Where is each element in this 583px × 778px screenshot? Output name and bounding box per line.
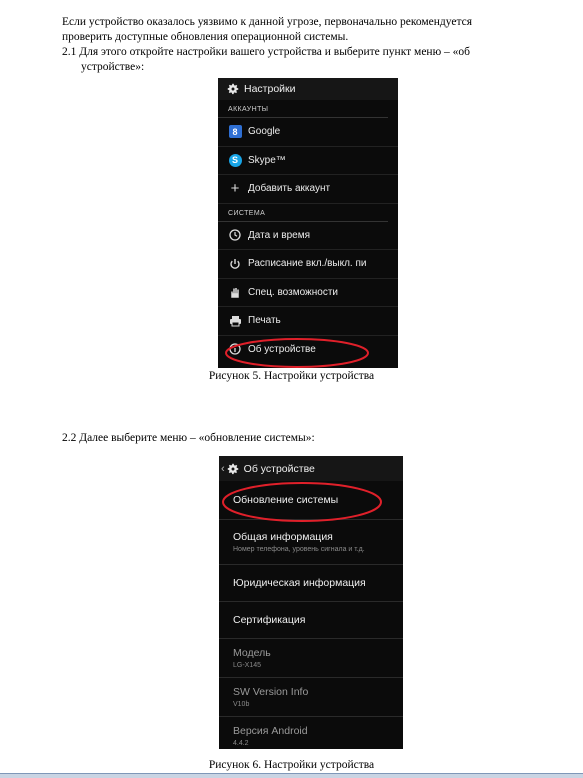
settings-item-printing[interactable]: Печать xyxy=(218,307,398,336)
settings-screenshot: Настройки АККАУНТЫ 8 Google S Skype™ + Д… xyxy=(218,78,398,368)
settings-header: Настройки xyxy=(218,78,398,100)
about-item-legal-info[interactable]: Юридическая информация xyxy=(219,565,403,602)
skype-icon: S xyxy=(228,153,242,167)
section-system: СИСТЕМА xyxy=(218,204,388,222)
about-item-title: Версия Android xyxy=(233,724,308,737)
about-item-certification[interactable]: Сертификация xyxy=(219,602,403,639)
about-item-title: Обновление системы xyxy=(233,494,339,506)
intro-line-1: Если устройство оказалось уязвимо к данн… xyxy=(62,16,473,28)
hand-icon xyxy=(228,285,242,299)
section-accounts: АККАУНТЫ xyxy=(218,100,388,118)
figure-5-caption: Рисунок 5. Настройки устройства xyxy=(208,370,375,382)
settings-item-google[interactable]: 8 Google xyxy=(218,118,398,147)
about-item-title: SW Version Info xyxy=(233,685,309,698)
plus-icon: + xyxy=(230,180,240,198)
figure-6-caption: Рисунок 6. Настройки устройства xyxy=(208,759,375,771)
settings-item-label: Google xyxy=(248,126,281,138)
settings-item-about-device[interactable]: Об устройстве xyxy=(218,336,398,364)
window-bottom-edge xyxy=(0,773,583,778)
about-item-subtitle: V10b xyxy=(233,700,250,708)
settings-item-label: Об устройстве xyxy=(248,343,316,355)
about-item-system-update[interactable]: Обновление системы xyxy=(219,481,403,520)
settings-item-label: Дата и время xyxy=(248,229,311,241)
printer-icon xyxy=(228,314,242,328)
about-item-sw-version: SW Version Info V10b xyxy=(219,678,403,717)
gear-icon xyxy=(227,83,239,95)
settings-item-label: Спец. возможности xyxy=(248,286,338,298)
info-icon xyxy=(228,342,242,356)
google-icon: 8 xyxy=(228,125,242,139)
settings-item-date-time[interactable]: Дата и время xyxy=(218,222,398,250)
settings-item-label: Расписание вкл./выкл. пи xyxy=(248,258,367,270)
about-item-title: Юридическая информация xyxy=(233,577,366,589)
step-2-text: 2.2 Далее выберите меню – «обновление си… xyxy=(62,432,315,444)
settings-item-power-schedule[interactable]: Расписание вкл./выкл. пи xyxy=(218,250,398,279)
clock-icon xyxy=(228,228,242,242)
about-item-subtitle: Номер телефона, уровень сигнала и т.д. xyxy=(233,545,365,553)
about-device-screenshot: ‹ Об устройстве Обновление системы Общая… xyxy=(219,456,403,749)
settings-item-label: Skype™ xyxy=(248,154,286,166)
about-item-subtitle: LG-X145 xyxy=(233,661,262,669)
step-1-line-2: устройстве»: xyxy=(81,61,145,73)
settings-item-label: Добавить аккаунт xyxy=(248,183,331,195)
about-item-title: Общая информация xyxy=(233,530,333,543)
step-1-line-1: 2.1 Для этого откройте настройки вашего … xyxy=(62,46,471,58)
about-header: ‹ Об устройстве xyxy=(219,456,403,481)
about-item-general-info[interactable]: Общая информация Номер телефона, уровень… xyxy=(219,520,403,565)
power-schedule-icon xyxy=(228,257,242,271)
about-item-model: Модель LG-X145 xyxy=(219,639,403,678)
settings-item-label: Печать xyxy=(248,315,281,327)
about-item-subtitle: 4.4.2 xyxy=(233,739,249,747)
gear-icon xyxy=(227,463,238,474)
settings-item-add-account[interactable]: + Добавить аккаунт xyxy=(218,175,398,204)
about-item-android-version: Версия Android 4.4.2 xyxy=(219,717,403,749)
intro-line-2: проверить доступные обновления операцион… xyxy=(62,31,349,43)
back-chevron-icon[interactable]: ‹ xyxy=(221,463,225,475)
about-item-title: Сертификация xyxy=(233,614,306,626)
about-title: Об устройстве xyxy=(243,462,315,475)
settings-item-skype[interactable]: S Skype™ xyxy=(218,147,398,175)
about-item-title: Модель xyxy=(233,646,271,659)
settings-item-accessibility[interactable]: Спец. возможности xyxy=(218,279,398,307)
settings-title: Настройки xyxy=(244,83,296,95)
